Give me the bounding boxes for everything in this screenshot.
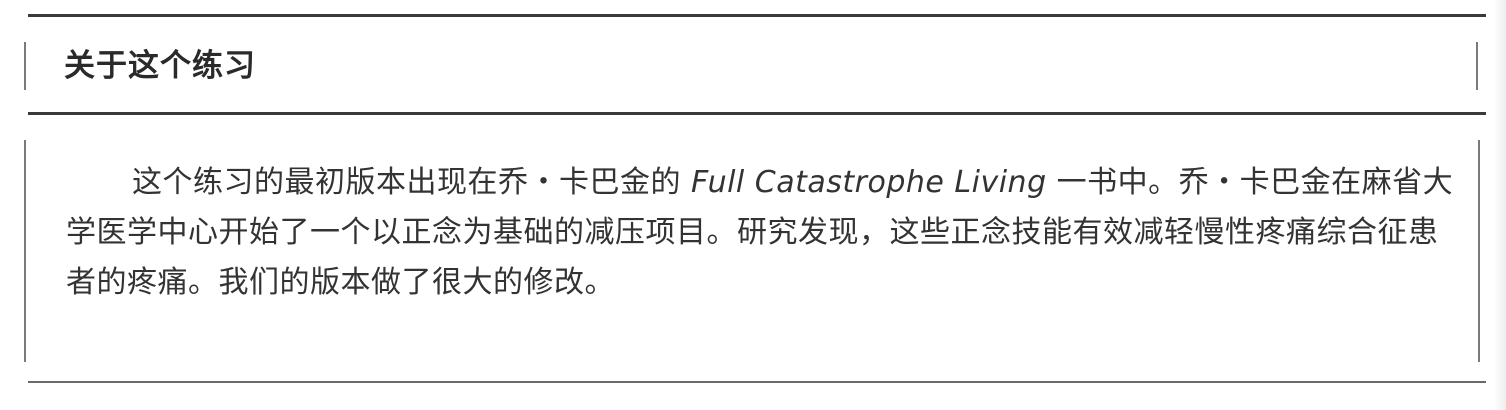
top-rule bbox=[28, 14, 1486, 17]
book-title: Full Catastrophe Living bbox=[691, 165, 1047, 200]
body-text-part-1: 这个练习的最初版本出现在乔・卡巴金的 bbox=[132, 165, 692, 200]
body-paragraph: 这个练习的最初版本出现在乔・卡巴金的 Full Catastrophe Livi… bbox=[66, 158, 1456, 308]
heading-left-border bbox=[24, 42, 26, 90]
section-heading: 关于这个练习 bbox=[64, 48, 256, 84]
bottom-rule bbox=[28, 381, 1486, 383]
body-left-border bbox=[24, 140, 26, 362]
page-edge-shadow bbox=[1494, 0, 1506, 410]
body-right-border bbox=[1478, 140, 1480, 362]
heading-underline-rule bbox=[28, 112, 1486, 115]
heading-right-border bbox=[1476, 42, 1478, 90]
